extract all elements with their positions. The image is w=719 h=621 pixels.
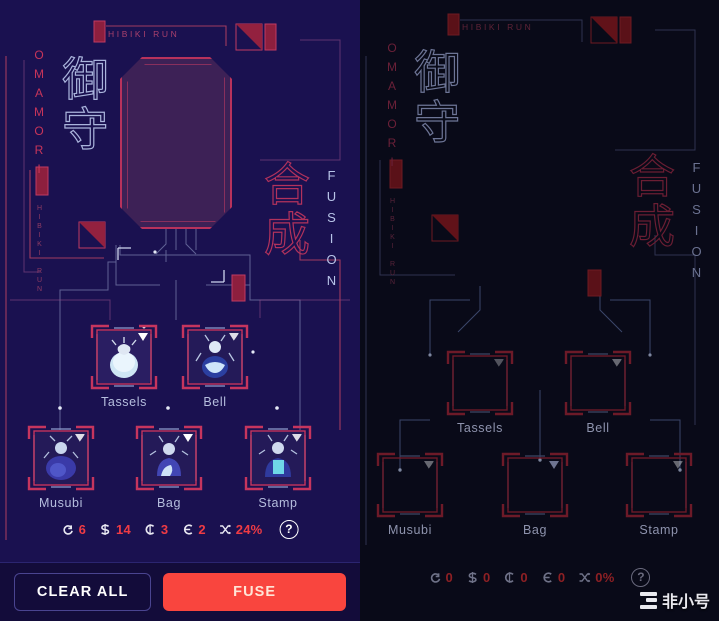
help-button[interactable]: ? [279, 520, 299, 539]
rarity-marker-icon [138, 333, 148, 341]
help-button[interactable]: ? [631, 568, 651, 587]
stat-token-a: 0 [429, 570, 453, 585]
slot-label: Bag [156, 496, 182, 510]
token-s-icon [468, 572, 477, 583]
slot-frame-icon [563, 348, 633, 418]
token-a-icon [430, 573, 440, 583]
rarity-marker-icon [494, 359, 504, 367]
slot-frame-icon [445, 348, 515, 418]
fuse-button[interactable]: FUSE [163, 573, 346, 611]
fusion-panel-filled: HIBIKI RUN OMAMORI 御守 HIBIKI RUN FUSION … [0, 0, 360, 621]
rarity-marker-icon [229, 333, 239, 341]
slot-label: Bell [586, 421, 610, 435]
section-fusion-kanji: 合成 [621, 151, 676, 252]
watermark-logo-icon [639, 591, 657, 609]
fusion-screen: HIBIKI RUN OMAMORI 御守 HIBIKI RUN FUSION … [0, 0, 719, 621]
action-bar: CLEAR ALL FUSE [0, 562, 360, 621]
fusion-result-card-empty[interactable] [120, 57, 232, 229]
stat-value: 0 [520, 570, 528, 585]
slot-label: Stamp [258, 496, 298, 510]
title-omamori-kanji: 御守 [407, 47, 462, 148]
title-omamori: OMAMORI [385, 41, 399, 174]
rarity-marker-icon [549, 461, 559, 469]
slot-bag[interactable]: Bag [134, 423, 204, 510]
stat-value: 14 [116, 522, 131, 537]
brand-label-top: HIBIKI RUN [462, 22, 534, 32]
rarity-marker-icon [75, 434, 85, 442]
rarity-marker-icon [673, 461, 683, 469]
watermark-text: 非小号 [661, 592, 710, 611]
title-omamori-kanji: 御守 [55, 54, 110, 155]
stat-value: 0 [445, 570, 453, 585]
watermark: 非小号 [639, 588, 710, 612]
rarity-marker-icon [292, 434, 302, 442]
stat-token-a: 6 [62, 522, 86, 537]
slot-tassels[interactable]: Tassels [89, 322, 159, 409]
rarity-marker-icon [424, 461, 434, 469]
stat-value: 3 [160, 522, 169, 537]
stat-token-s: 14 [99, 522, 131, 537]
slot-label: Tassels [457, 421, 503, 435]
token-a-icon [63, 525, 73, 535]
stat-shuffle: 24% [219, 522, 263, 537]
shuffle-icon [579, 572, 591, 583]
token-c-icon [505, 572, 514, 583]
brand-label-top: HIBIKI RUN [108, 29, 180, 39]
slot-label: Bag [522, 523, 548, 537]
token-c-icon [145, 524, 155, 535]
slot-bell[interactable]: Bell [180, 322, 250, 409]
slot-label: Tassels [101, 395, 147, 409]
token-e-icon [543, 572, 552, 583]
section-fusion: FUSION [689, 160, 704, 286]
slot-musubi[interactable]: Musubi [375, 450, 445, 537]
slot-label: Musubi [388, 523, 432, 537]
stat-value: 0% [595, 570, 615, 585]
stat-shuffle: 0% [578, 570, 614, 585]
slot-label: Bell [203, 395, 227, 409]
stats-row: 0 0 0 0 0% ? [429, 568, 651, 587]
brand-label-side: HIBIKI RUN [389, 198, 396, 288]
token-e-icon [183, 524, 193, 535]
slot-label: Musubi [39, 496, 83, 510]
stats-row: 6 14 3 2 24% ? [62, 520, 299, 539]
section-fusion-kanji: 合成 [256, 159, 311, 260]
slot-stamp[interactable]: Stamp [624, 450, 694, 537]
token-s-icon [101, 524, 110, 535]
slot-musubi[interactable]: Musubi [26, 423, 96, 510]
shuffle-icon [220, 524, 231, 535]
stat-value: 0 [482, 570, 491, 585]
slot-frame-icon [500, 450, 570, 520]
title-omamori: OMAMORI [32, 48, 46, 181]
slot-frame-icon [375, 450, 445, 520]
rarity-marker-icon [612, 359, 622, 367]
stat-token-c: 3 [144, 522, 168, 537]
slot-label: Stamp [639, 523, 679, 537]
stat-token-s: 0 [466, 570, 490, 585]
slot-bag[interactable]: Bag [500, 450, 570, 537]
stat-value: 24% [235, 522, 263, 537]
rarity-marker-icon [183, 434, 193, 442]
stat-value: 0 [557, 570, 566, 585]
stat-token-e: 2 [181, 522, 206, 537]
slot-tassels[interactable]: Tassels [445, 348, 515, 435]
stat-value: 6 [78, 522, 87, 537]
slot-bell[interactable]: Bell [563, 348, 633, 435]
stat-value: 2 [198, 522, 206, 537]
brand-label-side: HIBIKI RUN [36, 205, 43, 295]
clear-all-button[interactable]: CLEAR ALL [14, 573, 152, 611]
slot-frame-icon [624, 450, 694, 520]
stat-token-e: 0 [541, 570, 565, 585]
fusion-panel-empty: HIBIKI RUN OMAMORI 御守 HIBIKI RUN FUSION … [360, 0, 719, 621]
section-fusion: FUSION [324, 168, 339, 294]
stat-token-c: 0 [503, 570, 528, 585]
slot-stamp[interactable]: Stamp [243, 423, 313, 510]
